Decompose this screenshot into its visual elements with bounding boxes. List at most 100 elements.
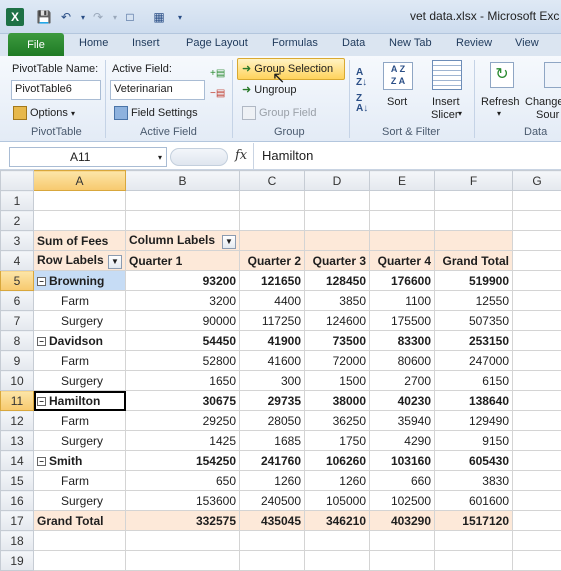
options-button[interactable]: Options ▾	[13, 106, 75, 120]
tab-home[interactable]: Home	[79, 37, 108, 55]
tab-new-tab[interactable]: New Tab	[389, 37, 432, 55]
cell[interactable]	[513, 211, 561, 231]
cell[interactable]	[513, 291, 561, 311]
cell[interactable]: 1517120	[435, 511, 513, 531]
insert-function-icon[interactable]: fx	[235, 148, 247, 163]
cell[interactable]: 3850	[305, 291, 370, 311]
column-header[interactable]: B	[126, 171, 240, 191]
pivottable-name-input[interactable]: PivotTable6	[11, 80, 101, 100]
sort-button[interactable]: Sort	[387, 96, 407, 108]
cell[interactable]: 73500	[305, 331, 370, 351]
cell[interactable]: 4400	[240, 291, 305, 311]
grand-total-label[interactable]: Grand Total	[34, 511, 126, 531]
row-header[interactable]: 19	[1, 551, 34, 571]
collapse-icon[interactable]: −	[37, 277, 46, 286]
cell[interactable]: Farm	[34, 351, 126, 371]
insert-slicer-label-2[interactable]: Slicer	[431, 109, 459, 121]
pivot-row-labels[interactable]: Row Labels▼	[34, 251, 126, 271]
active-field-input[interactable]: Veterinarian	[110, 80, 205, 100]
cell[interactable]: 29250	[126, 411, 240, 431]
insert-slicer-label-1[interactable]: Insert	[432, 96, 460, 108]
row-header[interactable]: 14	[1, 451, 34, 471]
cell[interactable]: 41600	[240, 351, 305, 371]
cell[interactable]	[513, 471, 561, 491]
expand-field-icon[interactable]: +▤	[210, 68, 225, 79]
collapse-icon[interactable]: −	[37, 397, 46, 406]
cell[interactable]: 35940	[370, 411, 435, 431]
change-source-label-1[interactable]: Change	[525, 96, 561, 108]
cell[interactable]: 102500	[370, 491, 435, 511]
row-header[interactable]: 18	[1, 531, 34, 551]
cell[interactable]: 4290	[370, 431, 435, 451]
row-header[interactable]: 16	[1, 491, 34, 511]
cell[interactable]: 240500	[240, 491, 305, 511]
cell[interactable]	[240, 211, 305, 231]
ungroup-button[interactable]: ➜ Ungroup	[242, 83, 296, 96]
cell[interactable]: 138640	[435, 391, 513, 411]
cell[interactable]	[435, 231, 513, 251]
cell[interactable]	[435, 531, 513, 551]
row-header[interactable]: 15	[1, 471, 34, 491]
tab-page-layout[interactable]: Page Layout	[186, 37, 248, 55]
cell[interactable]	[34, 531, 126, 551]
formula-input[interactable]: Hamilton	[253, 143, 561, 169]
cell[interactable]: 52800	[126, 351, 240, 371]
field-settings-button[interactable]: Field Settings	[114, 106, 198, 120]
save-icon[interactable]: 💾	[36, 9, 52, 25]
cell[interactable]	[240, 191, 305, 211]
cell[interactable]: 117250	[240, 311, 305, 331]
cell[interactable]	[305, 531, 370, 551]
cell[interactable]: 28050	[240, 411, 305, 431]
cell[interactable]	[513, 251, 561, 271]
cell[interactable]: 54450	[126, 331, 240, 351]
cell[interactable]: Surgery	[34, 311, 126, 331]
cell[interactable]: Surgery	[34, 371, 126, 391]
cell[interactable]: 3200	[126, 291, 240, 311]
sort-a-to-z-icon[interactable]: AZ↓	[356, 68, 367, 88]
cell[interactable]: 176600	[370, 271, 435, 291]
cell[interactable]: 605430	[435, 451, 513, 471]
pivot-column-labels[interactable]: Column Labels▼	[126, 231, 240, 251]
cell[interactable]	[370, 191, 435, 211]
group-field-button[interactable]: Group Field	[242, 106, 316, 120]
row-header[interactable]: 10	[1, 371, 34, 391]
change-source-label-2[interactable]: Sour	[536, 109, 559, 121]
cell[interactable]	[240, 231, 305, 251]
pivot-column-header[interactable]: Quarter 4	[370, 251, 435, 271]
row-header[interactable]: 1	[1, 191, 34, 211]
row-header[interactable]: 3	[1, 231, 34, 251]
cell[interactable]: 519900	[435, 271, 513, 291]
cell[interactable]: 332575	[126, 511, 240, 531]
cell[interactable]	[370, 211, 435, 231]
row-header[interactable]: 6	[1, 291, 34, 311]
cell[interactable]: Farm	[34, 291, 126, 311]
cell[interactable]: 650	[126, 471, 240, 491]
row-header[interactable]: 8	[1, 331, 34, 351]
tab-insert[interactable]: Insert	[132, 37, 160, 55]
select-all-corner[interactable]	[1, 171, 34, 191]
cell[interactable]	[435, 191, 513, 211]
column-header[interactable]: C	[240, 171, 305, 191]
cell[interactable]: 1750	[305, 431, 370, 451]
cell[interactable]: 90000	[126, 311, 240, 331]
cell[interactable]	[34, 551, 126, 571]
cell[interactable]: 30675	[126, 391, 240, 411]
cell[interactable]: 346210	[305, 511, 370, 531]
cell[interactable]: 1685	[240, 431, 305, 451]
group-selection-button[interactable]: ➜ Group Selection	[237, 58, 345, 80]
row-header[interactable]: 13	[1, 431, 34, 451]
cell[interactable]: 154250	[126, 451, 240, 471]
active-cell[interactable]: −Hamilton	[34, 391, 126, 411]
cell[interactable]	[370, 531, 435, 551]
cell[interactable]: 124600	[305, 311, 370, 331]
cell[interactable]	[126, 191, 240, 211]
cell[interactable]: 29735	[240, 391, 305, 411]
cell[interactable]	[513, 531, 561, 551]
tab-data[interactable]: Data	[342, 37, 365, 55]
cell[interactable]: 1260	[305, 471, 370, 491]
collapse-icon[interactable]: −	[37, 337, 46, 346]
cell[interactable]: 128450	[305, 271, 370, 291]
filter-dropdown-icon[interactable]: ▼	[222, 235, 236, 249]
cell[interactable]: 6150	[435, 371, 513, 391]
cell[interactable]: 601600	[435, 491, 513, 511]
